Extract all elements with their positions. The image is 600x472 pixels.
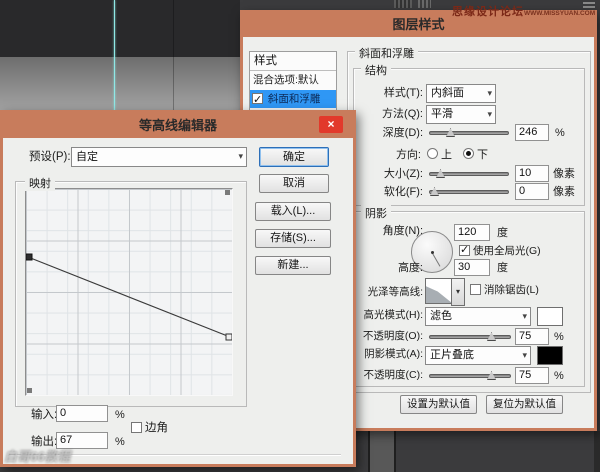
corner-label: 边角 [145, 422, 168, 434]
mapping-group-title: 映射 [25, 175, 55, 191]
panel-divider [394, 431, 396, 472]
preset-dropdown[interactable]: 自定 [71, 147, 247, 167]
styles-list: 样式 混合选项:默认 斜面和浮雕 [249, 51, 337, 115]
direction-label: 方向: [395, 149, 421, 161]
direction-down-label: 下 [477, 149, 488, 161]
panel-light-column [370, 431, 394, 472]
highlight-opacity-field[interactable]: 75 [515, 328, 549, 345]
angle-dial-needle [431, 252, 441, 267]
canvas-gradient-band [0, 57, 240, 112]
altitude-unit: 度 [497, 262, 508, 274]
photoshop-workspace: 图层样式 样式 混合选项:默认 斜面和浮雕 斜面和浮雕 [0, 0, 600, 472]
highlight-color-swatch[interactable] [537, 307, 563, 326]
angle-value-field[interactable]: 120 [454, 224, 490, 241]
input-unit: % [115, 409, 125, 421]
soften-label: 软化(F): [383, 186, 423, 198]
highlight-opacity-unit: % [554, 331, 564, 343]
shadow-mode-dropdown[interactable]: 正片叠底 [425, 346, 531, 365]
shadow-opacity-field[interactable]: 75 [515, 367, 549, 384]
size-value-field[interactable]: 10 [515, 165, 549, 182]
bevel-style-dropdown[interactable]: 内斜面 [426, 84, 496, 103]
contour-editor-dialog: 等高线编辑器 预设(P): 自定 确定 取消 载入(L)... 存储(S)...… [0, 110, 356, 467]
curve-point [225, 333, 232, 341]
contour-editor-titlebar[interactable]: 等高线编辑器 [3, 113, 353, 138]
swatch-panel-icon[interactable] [418, 0, 431, 8]
altitude-label: 高度: [397, 262, 423, 274]
structure-group-title: 结构 [361, 62, 391, 78]
styles-list-header: 样式 [250, 52, 336, 71]
panel-divider [594, 431, 600, 472]
technique-dropdown[interactable]: 平滑 [426, 105, 496, 124]
highlight-opacity-slider[interactable] [429, 332, 511, 341]
list-item-blend-options[interactable]: 混合选项:默认 [250, 71, 336, 90]
direction-down-radio[interactable] [463, 148, 474, 159]
gloss-contour-arrow[interactable]: ▾ [451, 278, 465, 306]
curve-line [27, 256, 231, 338]
layer-style-title: 图层样式 [392, 17, 445, 32]
corner-checkbox[interactable] [131, 422, 142, 433]
angle-label: 角度(N): [382, 225, 423, 237]
depth-value-field[interactable]: 246 [515, 124, 549, 141]
close-icon[interactable] [319, 116, 343, 133]
soften-slider[interactable] [429, 187, 509, 196]
shadow-opacity-label: 不透明度(C): [363, 369, 424, 381]
cancel-button[interactable]: 取消 [259, 174, 329, 193]
input-field[interactable]: 0 [56, 405, 108, 422]
save-button[interactable]: 存储(S)... [255, 229, 331, 248]
angle-dial-center [430, 250, 434, 254]
size-slider[interactable] [429, 169, 509, 178]
contour-curve-canvas[interactable] [25, 188, 233, 396]
shading-group-title: 阴影 [361, 205, 391, 221]
gloss-contour-thumbnail[interactable] [425, 278, 453, 304]
bevel-section-title: 斜面和浮雕 [355, 45, 418, 61]
depth-label: 深度(D): [382, 127, 423, 139]
gloss-contour-shape [426, 286, 452, 303]
highlight-mode-label: 高光模式(H): [363, 309, 424, 321]
preset-label: 预设(P): [29, 151, 71, 163]
reset-default-button[interactable]: 复位为默认值 [486, 395, 563, 414]
guide-line-vertical [114, 0, 115, 112]
depth-unit: % [555, 127, 565, 139]
author-watermark: 白哥66教程 [4, 449, 71, 464]
style-label: 样式(T): [383, 87, 423, 99]
size-label: 大小(Z): [383, 168, 423, 180]
load-button[interactable]: 载入(L)... [255, 202, 331, 221]
forum-watermark: 思缘设计论坛WWW.MISSYUAN.COM [452, 6, 596, 18]
curve-point-selected [26, 253, 33, 261]
gloss-contour-label: 光泽等高线: [367, 286, 423, 298]
global-light-label: 使用全局光(G) [473, 245, 541, 257]
shadow-opacity-slider[interactable] [429, 371, 511, 380]
highlight-mode-dropdown[interactable]: 滤色 [425, 307, 531, 326]
ok-button[interactable]: 确定 [259, 147, 329, 167]
direction-up-radio[interactable] [427, 148, 438, 159]
shadow-opacity-unit: % [554, 370, 564, 382]
direction-up-label: 上 [441, 149, 452, 161]
contour-curve[interactable] [26, 189, 232, 395]
soften-unit: 像素 [553, 186, 575, 198]
size-unit: 像素 [553, 168, 575, 180]
canvas-dark-area [0, 0, 240, 57]
anti-alias-label: 消除锯齿(L) [484, 284, 539, 296]
input-label: 输入: [31, 409, 58, 421]
pattern-panel-icon[interactable] [394, 0, 412, 8]
set-default-button[interactable]: 设置为默认值 [400, 395, 477, 414]
anti-alias-checkbox[interactable] [470, 284, 481, 295]
angle-unit: 度 [497, 227, 508, 239]
bevel-checkbox[interactable] [252, 91, 263, 108]
canvas-panel-seam [173, 0, 174, 112]
list-item-bevel-emboss[interactable]: 斜面和浮雕 [250, 90, 336, 108]
output-unit: % [115, 436, 125, 448]
grid-corner-mark [27, 388, 32, 393]
global-light-checkbox[interactable] [459, 243, 470, 256]
technique-label: 方法(Q): [382, 108, 423, 120]
highlight-opacity-label: 不透明度(O): [362, 330, 423, 342]
contour-editor-title: 等高线编辑器 [138, 118, 217, 133]
shadow-mode-label: 阴影模式(A): [364, 348, 423, 360]
new-button[interactable]: 新建... [255, 256, 331, 275]
shadow-color-swatch[interactable] [537, 346, 563, 365]
altitude-value-field[interactable]: 30 [454, 259, 490, 276]
soften-value-field[interactable]: 0 [515, 183, 549, 200]
depth-slider[interactable] [429, 128, 509, 137]
grid-corner-mark [225, 190, 230, 195]
